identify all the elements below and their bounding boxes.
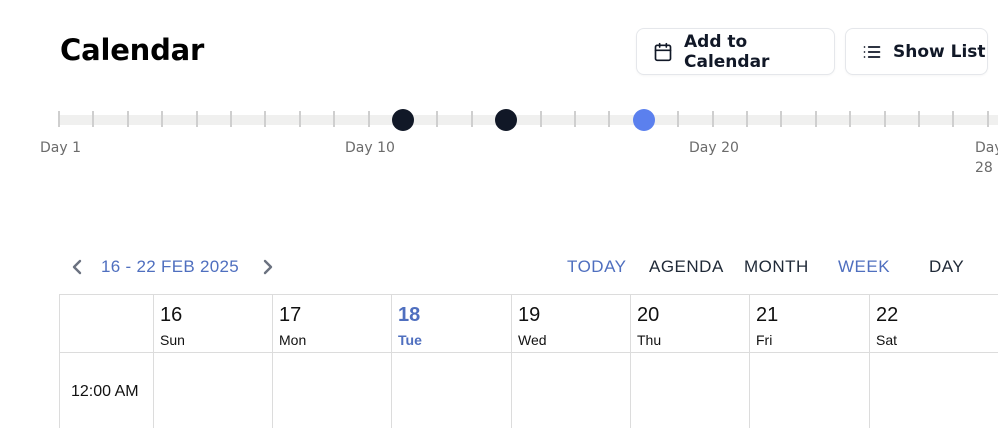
- calendar-toolbar: 16 - 22 FEB 2025 TODAY AGENDA MONTH WEEK…: [0, 255, 998, 281]
- timeline-marker[interactable]: [392, 109, 414, 131]
- timeline-tick: [470, 111, 473, 127]
- timeline-track: [58, 115, 998, 125]
- add-to-calendar-button[interactable]: Add to Calendar: [636, 28, 835, 75]
- timeline-tick: [298, 111, 301, 127]
- timeline-tick: [58, 111, 60, 127]
- timeline-tick: [195, 111, 198, 127]
- timeline-tick: [918, 111, 920, 127]
- day-number: 19: [518, 304, 541, 326]
- day-number: 16: [160, 304, 183, 326]
- timeline-marker[interactable]: [632, 109, 655, 131]
- timeline-tick: [814, 111, 817, 127]
- timeline-tick: [711, 111, 714, 127]
- chevron-left-icon: [72, 259, 82, 275]
- timeline-tick: [574, 111, 576, 127]
- show-list-label: Show List: [893, 41, 986, 62]
- page-title: Calendar: [60, 33, 205, 67]
- prev-week-button[interactable]: [68, 255, 86, 279]
- timeline-tick: [539, 111, 542, 127]
- timeline-tick: [436, 111, 439, 127]
- timeline-tick: [780, 111, 783, 127]
- date-range: 16 - 22 FEB 2025: [101, 257, 240, 276]
- time-slot-label: 12:00 AM: [71, 383, 139, 400]
- timeline-label-day-10: Day 10: [345, 140, 395, 156]
- timeline-label-day-20: Day 20: [689, 140, 739, 156]
- day-number: 18: [398, 304, 421, 326]
- view-day-button[interactable]: DAY: [929, 257, 964, 277]
- calendar-icon: [653, 42, 673, 62]
- day-column[interactable]: 21 Fri: [750, 295, 870, 428]
- timeline-tick: [333, 111, 336, 127]
- day-name: Mon: [279, 332, 307, 348]
- timeline-tick: [92, 111, 95, 127]
- timeline-tick: [608, 111, 611, 127]
- day-name: Fri: [756, 332, 773, 348]
- day-name: Tue: [398, 332, 422, 348]
- day-number: 20: [637, 304, 660, 326]
- timeline-tick: [746, 111, 748, 127]
- timeline-tick: [161, 111, 164, 127]
- day-column[interactable]: 20 Thu: [631, 295, 750, 428]
- timeline-tick: [849, 111, 852, 127]
- day-name: Sun: [160, 332, 185, 348]
- view-week-button[interactable]: WEEK: [838, 257, 890, 277]
- day-column[interactable]: 17 Mon: [273, 295, 392, 428]
- add-to-calendar-label: Add to Calendar: [684, 31, 770, 72]
- timeline-tick: [986, 111, 989, 127]
- timeline-tick: [952, 111, 955, 127]
- day-name: Sat: [876, 332, 898, 348]
- show-list-button[interactable]: Show List: [845, 28, 988, 75]
- list-icon: [862, 42, 882, 62]
- timeline-label-day-28-number: 28: [975, 160, 993, 176]
- day-name: Wed: [518, 332, 547, 348]
- view-today-button[interactable]: TODAY: [567, 257, 627, 277]
- week-grid: 12:00 AM 16 Sun 17 Mon 18 Tue 19 Wed 20 Thu 21 Fri 2…: [59, 294, 998, 428]
- timeline-tick: [264, 111, 267, 127]
- timeline-tick: [367, 111, 370, 127]
- day-number: 21: [756, 304, 779, 326]
- day-number: 17: [279, 304, 302, 326]
- day-column[interactable]: 16 Sun: [154, 295, 273, 428]
- timeline-label-day-28: Day: [975, 140, 998, 156]
- timeline-tick: [883, 111, 886, 127]
- day-column[interactable]: 19 Wed: [512, 295, 631, 428]
- timeline-label-day-1: Day 1: [40, 140, 82, 156]
- time-gutter: 12:00 AM: [60, 295, 154, 428]
- day-column[interactable]: 18 Tue: [392, 295, 512, 428]
- timeline-marker[interactable]: [495, 109, 518, 131]
- chevron-right-icon: [263, 259, 273, 275]
- timeline-tick: [230, 111, 232, 127]
- view-agenda-button[interactable]: AGENDA: [649, 257, 724, 277]
- timeline-tick: [677, 111, 680, 127]
- next-week-button[interactable]: [259, 255, 277, 279]
- day-name: Thu: [637, 332, 662, 348]
- day-column[interactable]: 22 Sat: [870, 295, 998, 428]
- day-number: 22: [876, 304, 899, 326]
- view-month-button[interactable]: MONTH: [744, 257, 809, 277]
- day-timeline: Day 1 Day 10 Day 20 Day 28: [0, 100, 998, 180]
- header-divider: [60, 352, 998, 353]
- timeline-tick: [126, 111, 129, 127]
